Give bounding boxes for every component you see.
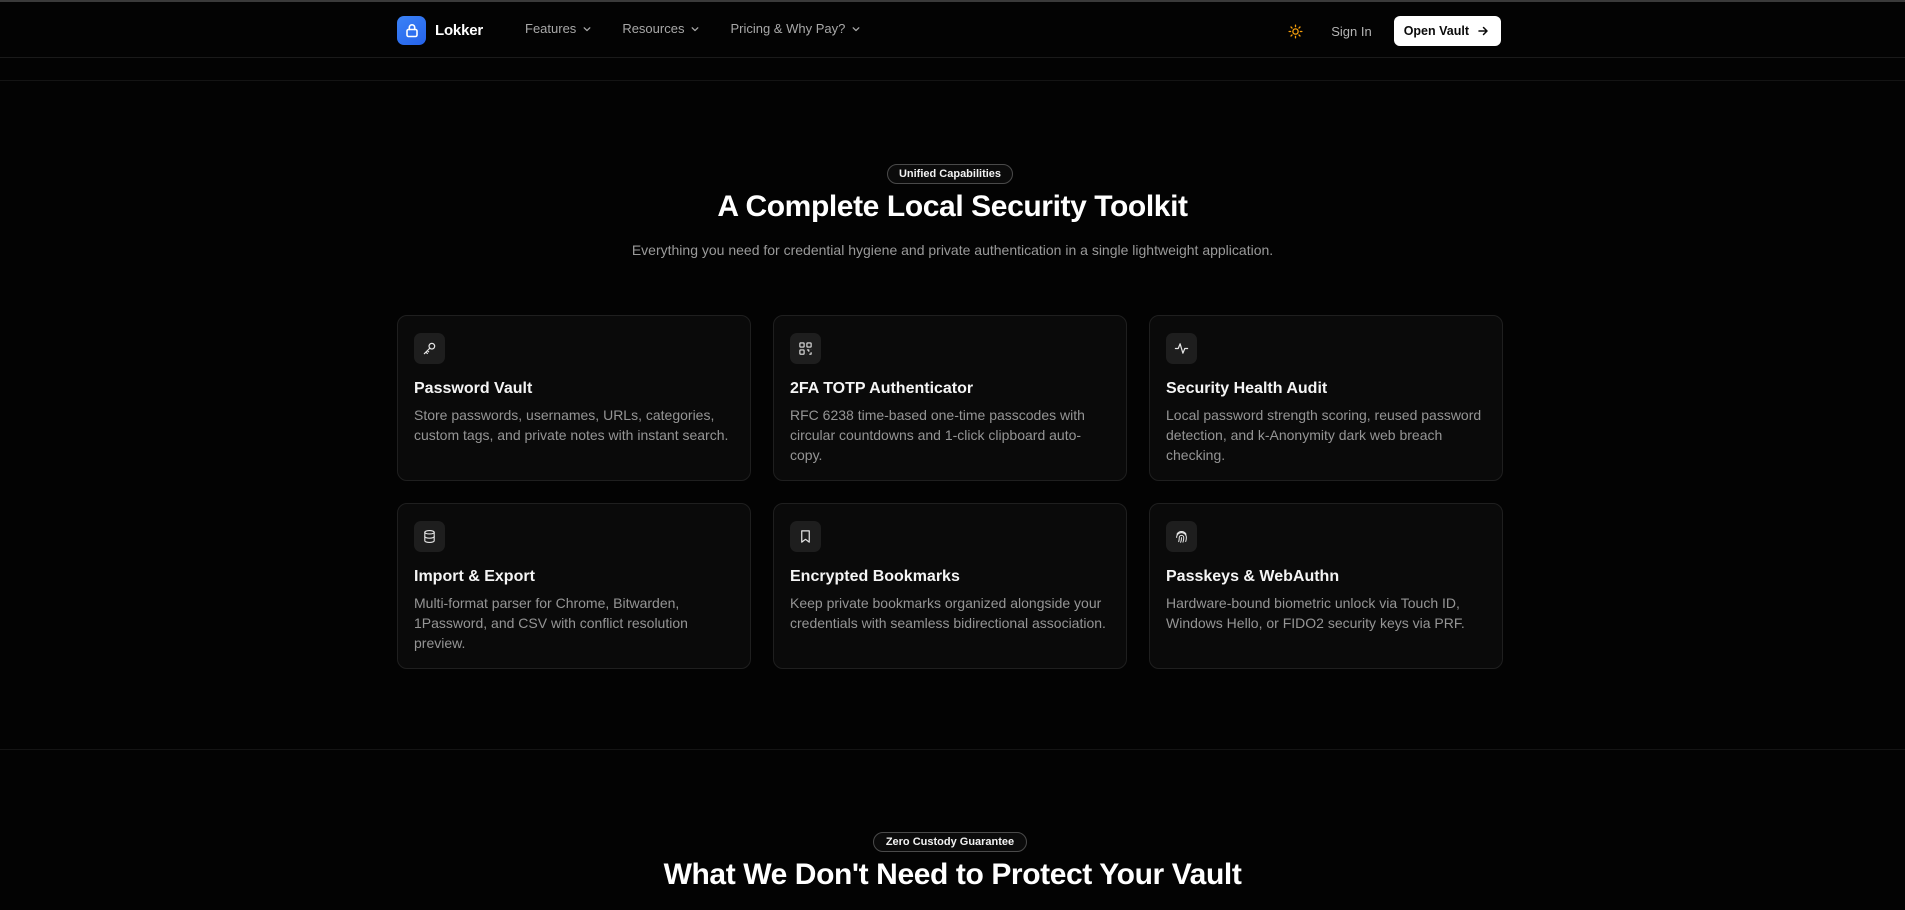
- nav-item-features[interactable]: Features: [525, 21, 592, 36]
- nav-item-pricing[interactable]: Pricing & Why Pay?: [730, 21, 861, 36]
- nav-item-label: Features: [525, 21, 577, 36]
- feature-card-title: Encrypted Bookmarks: [790, 568, 960, 585]
- feature-card-description: Hardware-bound biometric unlock via Touc…: [1166, 595, 1465, 631]
- chevron-down-icon: [692, 26, 699, 31]
- capabilities-grid: Password Vault Store passwords, username…: [397, 315, 1503, 669]
- open-vault-label: Open Vault: [1403, 24, 1469, 38]
- feature-card-bookmarks: Encrypted Bookmarks Keep private bookmar…: [773, 503, 1127, 669]
- feature-card-description: Keep private bookmarks organized alongsi…: [790, 595, 1106, 631]
- sun-icon: [1288, 23, 1303, 39]
- capabilities-badge: Unified Capabilities: [887, 164, 1013, 184]
- capabilities-title: A Complete Local Security Toolkit: [717, 190, 1188, 223]
- feature-card-description: Multi-format parser for Chrome, Bitwarde…: [414, 595, 688, 651]
- top-navigation: Lokker Features Resources Pricing & Why …: [0, 2, 1905, 58]
- sign-in-link[interactable]: Sign In: [1331, 24, 1371, 39]
- feature-card-description: Store passwords, usernames, URLs, catego…: [414, 407, 729, 443]
- capabilities-subtitle: Everything you need for credential hygie…: [631, 242, 1274, 258]
- nav-item-resources[interactable]: Resources: [622, 21, 700, 36]
- nav-actions: Sign In Open Vault: [1284, 16, 1501, 46]
- open-vault-button[interactable]: Open Vault: [1393, 16, 1501, 46]
- theme-toggle-button[interactable]: [1284, 20, 1306, 42]
- custody-badge: Zero Custody Guarantee: [873, 832, 1027, 852]
- database-icon: [414, 521, 445, 552]
- activity-icon: [1166, 333, 1197, 364]
- nav-item-label: Resources: [622, 21, 685, 36]
- section-divider: [0, 749, 1905, 750]
- bookmark-icon: [790, 521, 821, 552]
- feature-card-title: Security Health Audit: [1166, 380, 1328, 397]
- section-divider: [0, 80, 1905, 81]
- feature-card-title: 2FA TOTP Authenticator: [790, 380, 974, 397]
- fingerprint-icon: [1166, 521, 1197, 552]
- feature-card-title: Password Vault: [414, 380, 533, 397]
- nav-item-label: Pricing & Why Pay?: [730, 21, 846, 36]
- brand-link[interactable]: Lokker: [397, 16, 483, 45]
- chevron-down-icon: [583, 26, 591, 31]
- feature-card-import-export: Import & Export Multi-format parser for …: [397, 503, 751, 669]
- feature-card-password-vault: Password Vault Store passwords, username…: [397, 315, 751, 481]
- feature-card-title: Passkeys & WebAuthn: [1166, 568, 1340, 585]
- nav-menu: Features Resources Pricing & Why Pay?: [525, 21, 861, 36]
- arrow-right-icon: [1478, 26, 1488, 36]
- feature-card-security-audit: Security Health Audit Local password str…: [1149, 315, 1503, 481]
- qr-code-icon: [790, 333, 821, 364]
- key-icon: [414, 333, 445, 364]
- feature-card-title: Import & Export: [414, 568, 535, 585]
- feature-card-totp: 2FA TOTP Authenticator RFC 6238 time-bas…: [773, 315, 1127, 481]
- feature-card-passkeys: Passkeys & WebAuthn Hardware-bound biome…: [1149, 503, 1503, 669]
- feature-card-description: Local password strength scoring, reused …: [1166, 407, 1482, 463]
- lock-icon: [397, 16, 426, 45]
- custody-title: What We Don't Need to Protect Your Vault: [663, 858, 1242, 891]
- brand-name: Lokker: [435, 22, 483, 39]
- feature-card-description: RFC 6238 time-based one-time passcodes w…: [790, 407, 1085, 463]
- chevron-down-icon: [852, 26, 860, 31]
